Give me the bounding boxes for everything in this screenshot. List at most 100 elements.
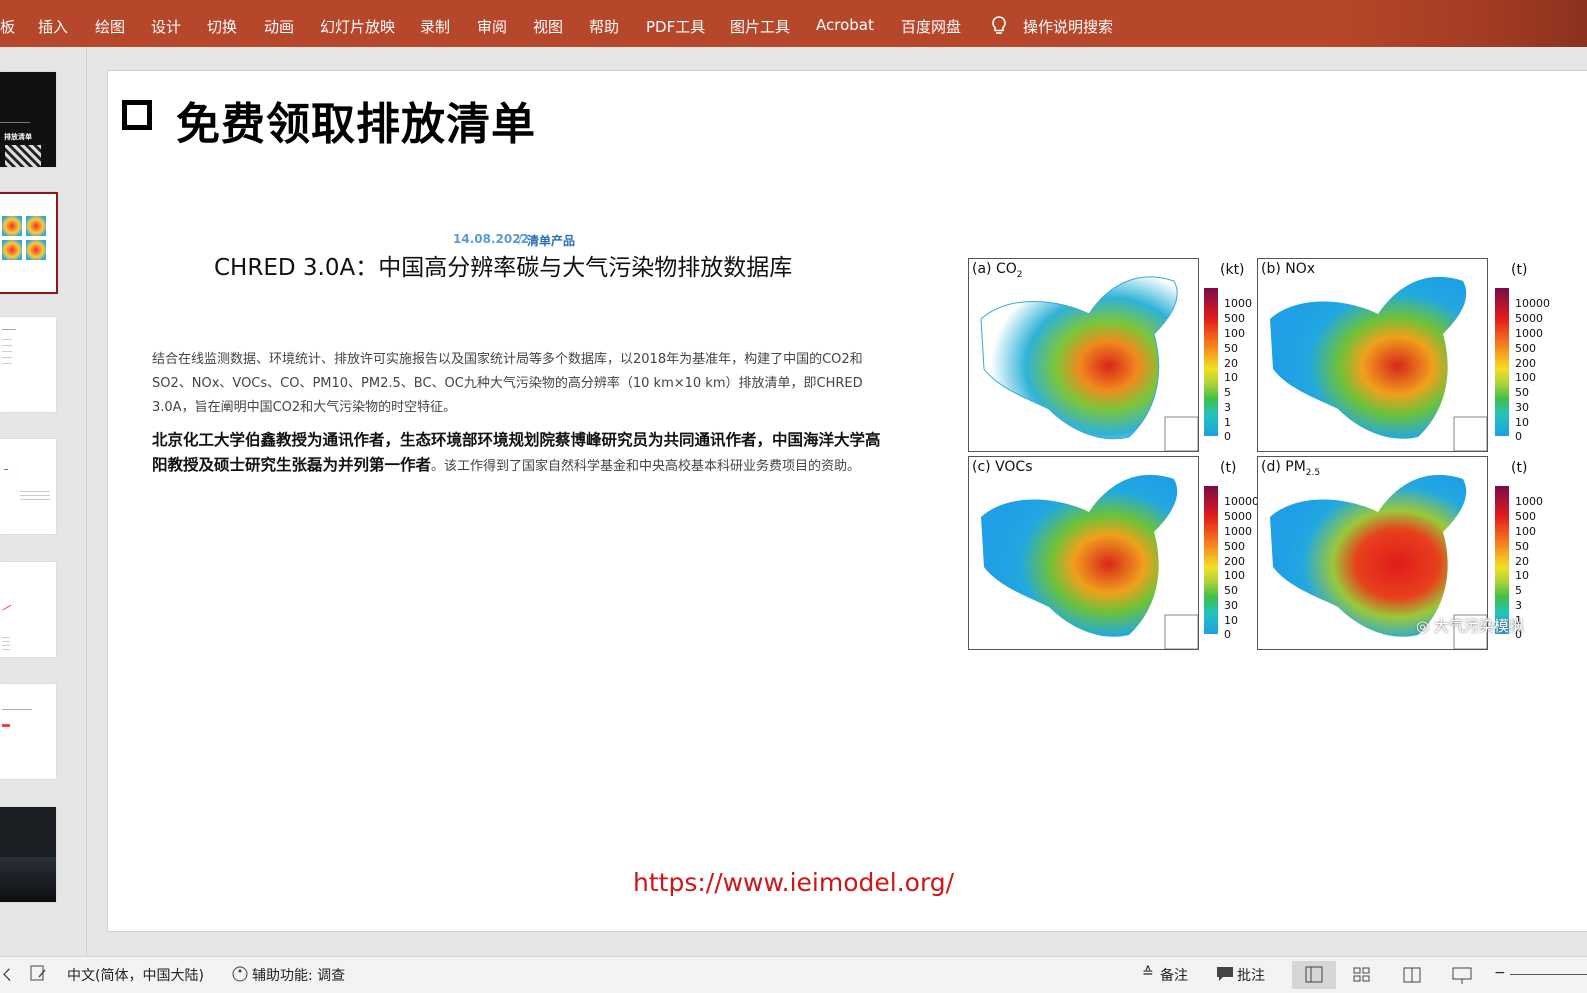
wechat-watermark: ◎ 大气污染模拟 (1416, 617, 1524, 635)
status-left-partial: ㄑ (0, 968, 14, 984)
legend-tick: 10 (1224, 371, 1238, 384)
legend-tick: 1 (1224, 416, 1231, 429)
slide-title[interactable]: 免费领取排放清单 (176, 88, 536, 152)
legend-tick: 500 (1515, 510, 1536, 523)
thumbnail-slide-1-text: 排放清单 (4, 133, 32, 141)
tab-record[interactable]: 录制 (420, 16, 450, 37)
legend-tick: 20 (1515, 555, 1529, 568)
tab-animations[interactable]: 动画 (264, 16, 294, 37)
tell-me-search[interactable]: 操作说明搜索 (1023, 16, 1113, 37)
thumbnail-slide-6[interactable] (0, 684, 56, 779)
slide-sorter-button[interactable] (1340, 961, 1384, 989)
thumbnail-mark (4, 469, 8, 470)
notes-arrow-icon: ≙ (1142, 965, 1154, 981)
legend-color-bar-nox (1495, 288, 1509, 436)
normal-view-button[interactable] (1292, 961, 1336, 989)
legend-unit-nox: (t) (1511, 262, 1528, 278)
slideshow-icon (1452, 967, 1472, 984)
article-funding-text: 。该工作得到了国家自然科学基金和中央高校基本科研业务费项目的资助。 (431, 459, 861, 474)
thumbnail-text-lines (2, 339, 12, 369)
notes-button[interactable]: 备注 (1160, 965, 1188, 985)
thumbnail-map-icon (2, 240, 22, 260)
zoom-slider[interactable] (1510, 974, 1587, 975)
thumbnail-slide-2[interactable] (0, 192, 58, 294)
thumbnail-line (2, 709, 32, 710)
tab-draw[interactable]: 绘图 (95, 16, 125, 37)
emission-maps-figure[interactable]: (a) CO2 (kt) 1000 500 100 50 20 10 5 3 1… (968, 258, 1568, 652)
tab-pdf-tools[interactable]: PDF工具 (646, 16, 705, 37)
reading-view-button[interactable] (1390, 961, 1434, 989)
legend-tick: 5 (1224, 386, 1231, 399)
legend-tick: 10000 (1224, 495, 1259, 508)
tab-acrobat[interactable]: Acrobat (816, 16, 874, 34)
legend-tick: 200 (1515, 357, 1536, 370)
panel-label-pm25: (d) PM2.5 (1261, 459, 1321, 478)
legend-tick: 10 (1515, 569, 1529, 582)
slideshow-view-button[interactable] (1440, 961, 1484, 989)
language-indicator[interactable]: 中文(简体，中国大陆) (67, 965, 204, 985)
china-map-co2 (980, 276, 1198, 451)
legend-tick: 100 (1515, 525, 1536, 538)
tab-transitions[interactable]: 切换 (207, 16, 237, 37)
legend-tick: 50 (1515, 540, 1529, 553)
legend-tick: 100 (1224, 327, 1245, 340)
tab-design[interactable]: 设计 (151, 16, 181, 37)
map-panel-co2: (a) CO2 (968, 258, 1199, 452)
slide-thumbnails-pane: 排放清单 (0, 47, 87, 956)
website-url-link[interactable]: https://www.ieimodel.org/ (633, 868, 954, 897)
normal-view-icon (1305, 966, 1323, 983)
legend-tick: 0 (1515, 430, 1522, 443)
thumbnail-slide-7[interactable] (0, 807, 56, 902)
thumbnail-slide-3[interactable] (0, 317, 56, 412)
tab-home-partial[interactable]: 板 (0, 16, 15, 37)
legend-color-bar-pm25 (1495, 486, 1509, 634)
checkbox-bullet-icon (122, 100, 152, 130)
legend-tick: 10000 (1515, 297, 1550, 310)
thumbnail-map-icon (2, 216, 22, 236)
tab-help[interactable]: 帮助 (589, 16, 619, 37)
article-meta-separator: / (518, 232, 523, 246)
legend-tick: 10 (1515, 416, 1529, 429)
slide-sorter-icon (1353, 967, 1370, 982)
tab-view[interactable]: 视图 (533, 16, 563, 37)
thumbnail-slide-4[interactable] (0, 439, 56, 534)
article-title: CHRED 3.0A：中国高分辨率碳与大气污染物排放数据库 (214, 255, 793, 281)
legend-tick: 20 (1224, 357, 1238, 370)
legend-unit-co2: (kt) (1220, 262, 1245, 278)
thumbnail-slide-5[interactable] (0, 562, 56, 657)
accessibility-status[interactable]: 辅助功能: 调查 (252, 965, 345, 985)
zoom-out-icon[interactable]: − (1494, 965, 1506, 981)
legend-tick: 30 (1224, 599, 1238, 612)
tab-slideshow[interactable]: 幻灯片放映 (320, 16, 395, 37)
article-category: 清单产品 (527, 234, 576, 248)
qr-code-thumbnail (5, 145, 41, 167)
panel-label-vocs: (c) VOCs (972, 459, 1033, 475)
status-bar: ㄑ 中文(简体，中国大陆) 辅助功能: 调查 ≙ 备注 批注 − (0, 956, 1587, 993)
thumbnail-text-lines (2, 637, 10, 652)
legend-co2: (kt) 1000 500 100 50 20 10 5 3 1 0 (1204, 258, 1262, 452)
map-panel-nox: (b) NOx (1257, 258, 1488, 452)
comment-icon[interactable] (1216, 966, 1234, 982)
china-map-vocs (981, 474, 1198, 649)
accessibility-icon[interactable] (231, 965, 249, 983)
lightbulb-icon[interactable] (988, 14, 1010, 36)
thumbnail-slide-1[interactable]: 排放清单 (0, 72, 56, 167)
tab-insert[interactable]: 插入 (38, 16, 68, 37)
legend-tick: 0 (1224, 628, 1231, 641)
legend-tick: 10 (1224, 614, 1238, 627)
legend-tick: 1000 (1515, 495, 1543, 508)
panel-label-nox: (b) NOx (1261, 261, 1316, 277)
legend-tick: 1000 (1224, 297, 1252, 310)
tab-review[interactable]: 审阅 (477, 16, 507, 37)
legend-tick: 5000 (1224, 510, 1252, 523)
comments-button[interactable]: 批注 (1237, 965, 1265, 985)
tab-picture-tools[interactable]: 图片工具 (730, 16, 790, 37)
panel-label-co2: (a) CO2 (972, 261, 1023, 280)
ribbon-tabs-bar: 板 插入 绘图 设计 切换 动画 幻灯片放映 录制 审阅 视图 帮助 PDF工具… (0, 0, 1587, 47)
thumbnail-map-icon (26, 240, 46, 260)
thumbnail-map-icon (26, 216, 46, 236)
legend-tick: 3 (1224, 401, 1231, 414)
china-map-nox (1270, 276, 1487, 451)
spellcheck-icon[interactable] (30, 965, 46, 981)
tab-baidu-netdisk[interactable]: 百度网盘 (901, 16, 961, 37)
